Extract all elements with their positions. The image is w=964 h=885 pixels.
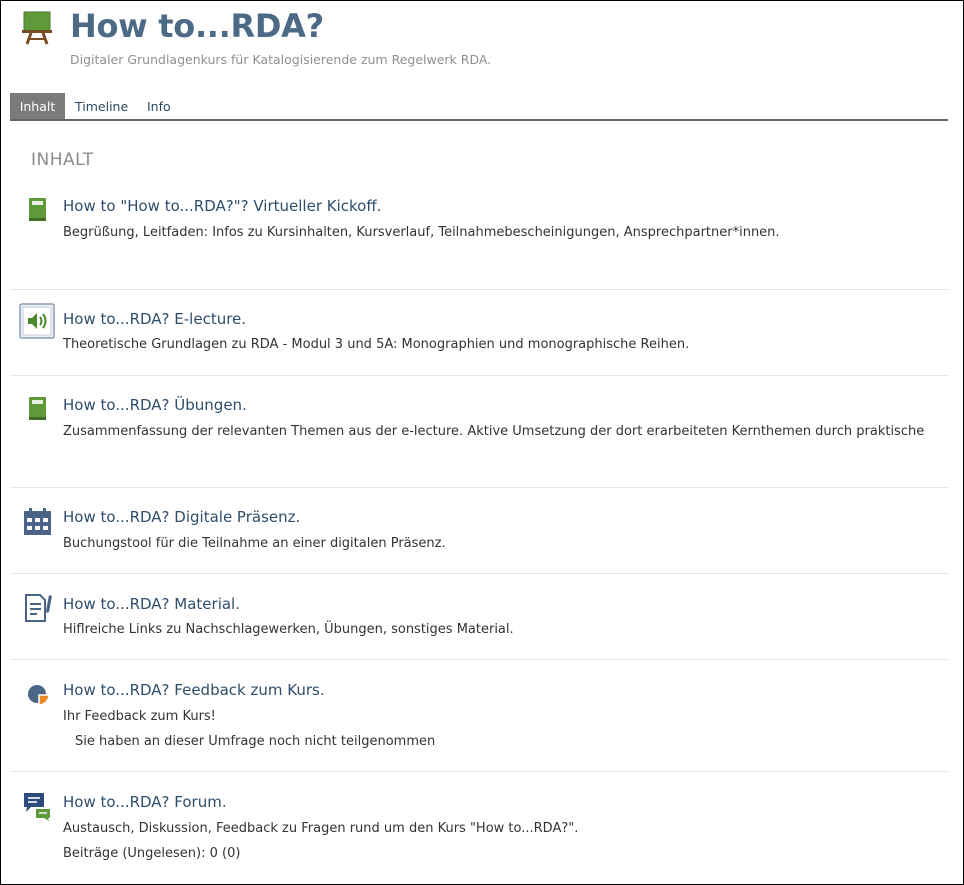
- pie-chart-icon: [22, 678, 54, 710]
- audio-speaker-icon: [19, 303, 55, 339]
- item-description: Hiflreiche Links zu Nachschlagewerken, Ü…: [63, 622, 514, 637]
- tab-bar: Inhalt Timeline Info: [10, 93, 948, 121]
- list-item-kickoff: How to "How to...RDA?"? Virtueller Kicko…: [10, 187, 948, 289]
- course-subtitle: Digitaler Grundlagenkurs für Katalogisie…: [70, 52, 492, 67]
- list-item-feedback: How to...RDA? Feedback zum Kurs. Ihr Fee…: [10, 659, 948, 772]
- tab-inhalt[interactable]: Inhalt: [10, 93, 65, 119]
- tab-timeline[interactable]: Timeline: [75, 93, 128, 119]
- forum-chat-icon: [22, 790, 54, 822]
- section-title: INHALT: [31, 150, 94, 170]
- presentation-easel-icon: [22, 11, 52, 45]
- list-item-material: How to...RDA? Material. Hiflreiche Links…: [10, 573, 948, 660]
- book-icon: [22, 394, 54, 426]
- item-title-link[interactable]: How to...RDA? Feedback zum Kurs.: [63, 681, 325, 699]
- list-item-forum: How to...RDA? Forum. Austausch, Diskussi…: [10, 771, 948, 880]
- item-title-link[interactable]: How to "How to...RDA?"? Virtueller Kicko…: [63, 197, 381, 215]
- item-title-link[interactable]: How to...RDA? Übungen.: [63, 396, 247, 414]
- tab-info[interactable]: Info: [147, 93, 171, 119]
- item-description: Begrüßung, Leitfaden: Infos zu Kursinhal…: [63, 225, 780, 240]
- item-title-link[interactable]: How to...RDA? Forum.: [63, 793, 227, 811]
- list-item-e-lecture: How to...RDA? E-lecture. Theoretische Gr…: [10, 289, 948, 376]
- item-title-link[interactable]: How to...RDA? Digitale Präsenz.: [63, 508, 300, 526]
- item-description: Buchungstool für die Teilnahme an einer …: [63, 536, 446, 551]
- document-pen-icon: [22, 592, 54, 624]
- item-title-link[interactable]: How to...RDA? E-lecture.: [63, 310, 246, 328]
- item-description: Austausch, Diskussion, Feedback zu Frage…: [63, 821, 579, 836]
- survey-status-text: Sie haben an dieser Umfrage noch nicht t…: [75, 734, 436, 749]
- book-icon: [22, 195, 54, 227]
- page-title: How to...RDA?: [70, 7, 324, 45]
- list-item-digitale-praesenz: How to...RDA? Digitale Präsenz. Buchungs…: [10, 487, 948, 574]
- item-title-link[interactable]: How to...RDA? Material.: [63, 595, 240, 613]
- item-description: Zusammenfassung der relevanten Themen au…: [63, 424, 925, 439]
- item-description: Theoretische Grundlagen zu RDA - Modul 3…: [63, 337, 690, 352]
- item-description: Ihr Feedback zum Kurs!: [63, 709, 216, 724]
- list-item-uebungen: How to...RDA? Übungen. Zusammenfassung d…: [10, 375, 948, 488]
- forum-post-count: Beiträge (Ungelesen): 0 (0): [63, 846, 241, 861]
- calendar-icon: [22, 506, 54, 538]
